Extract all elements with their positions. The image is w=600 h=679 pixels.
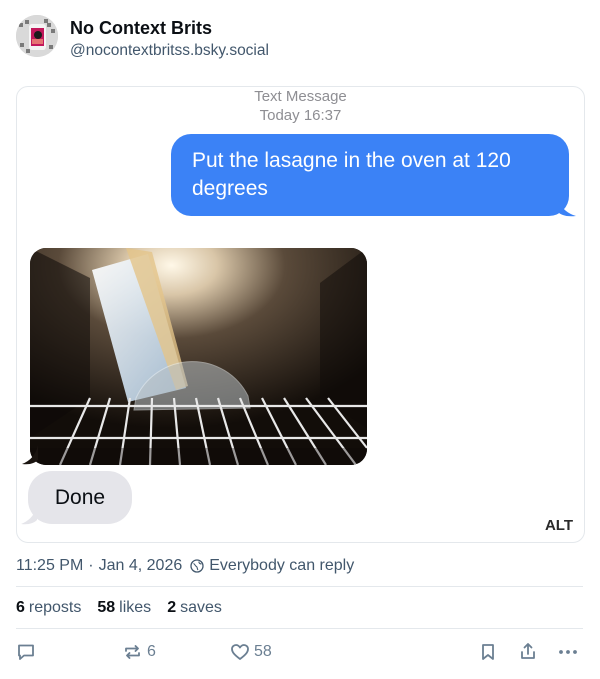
likes-label: likes — [119, 599, 152, 616]
post-date[interactable]: Jan 4, 2026 — [99, 557, 183, 575]
author-handle[interactable]: @nocontextbritss.bsky.social — [70, 42, 269, 60]
post-image[interactable]: Text Message Today 16:37 Put the lasagne… — [16, 86, 585, 543]
reply-button[interactable] — [16, 642, 36, 662]
likes-count: 58 — [97, 599, 116, 616]
post-time[interactable]: 11:25 PM — [16, 557, 83, 575]
meta-separator: · — [88, 557, 94, 574]
message-label: Text Message — [254, 88, 347, 105]
outgoing-message-bubble: Put the lasagne in the oven at 120 degre… — [171, 134, 569, 216]
post-stats: 6 reposts 58 likes 2 saves — [16, 599, 238, 617]
repost-count: 6 — [147, 643, 156, 660]
repost-button[interactable]: 6 — [122, 642, 156, 662]
divider — [16, 628, 583, 629]
likes-stat[interactable]: 58 likes — [97, 599, 151, 617]
incoming-message-bubble: Done — [28, 471, 132, 524]
author-display-name[interactable]: No Context Brits — [70, 18, 212, 39]
saves-count: 2 — [167, 599, 177, 616]
like-button[interactable]: 58 — [230, 642, 272, 662]
globe-icon — [190, 559, 204, 573]
share-button[interactable] — [518, 641, 538, 661]
outgoing-bubble-tail — [558, 197, 576, 217]
reposts-label: reposts — [28, 599, 82, 616]
reply-setting: Everybody can reply — [209, 557, 355, 574]
saves-label: saves — [180, 599, 222, 616]
post-meta: 11:25 PM · Jan 4, 2026 Everybody can rep… — [16, 557, 354, 575]
alt-text-button[interactable]: ALT — [541, 515, 576, 536]
post-actions: 6 58 — [0, 640, 600, 666]
message-timestamp: Today 16:37 — [259, 107, 342, 124]
reposts-count: 6 — [16, 599, 25, 616]
avatar[interactable] — [16, 15, 58, 57]
reposts-stat[interactable]: 6 reposts — [16, 599, 81, 617]
photo-bubble-tail — [22, 445, 38, 465]
comment-icon — [18, 644, 34, 660]
like-count: 58 — [254, 643, 272, 660]
heart-icon — [231, 644, 249, 660]
share-icon — [521, 643, 535, 659]
avatar-image — [16, 15, 58, 57]
divider — [16, 586, 583, 587]
more-options-button[interactable] — [557, 642, 579, 662]
bookmark-icon — [482, 644, 494, 660]
bookmark-button[interactable] — [478, 642, 498, 662]
repost-icon — [125, 645, 140, 659]
saves-stat[interactable]: 2 saves — [167, 599, 222, 617]
lasagne-on-protractor-photo — [30, 248, 367, 465]
more-icon — [559, 650, 577, 654]
incoming-bubble-tail — [21, 505, 37, 525]
photo-bubble — [30, 248, 367, 465]
